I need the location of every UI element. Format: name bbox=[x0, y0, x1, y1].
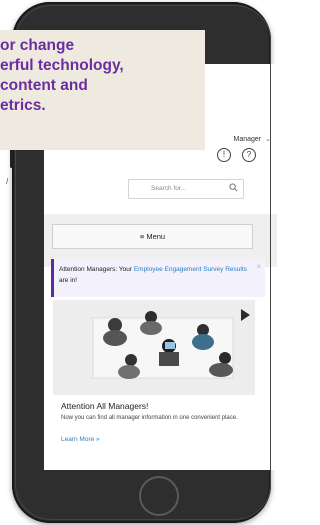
callout-line: content and bbox=[0, 77, 88, 94]
alert-icon[interactable]: ! bbox=[217, 148, 231, 162]
callout-line: etrics. bbox=[0, 97, 46, 114]
callout-overlay: or change erful technology, content and … bbox=[0, 30, 205, 150]
help-icon[interactable]: ? bbox=[242, 148, 256, 162]
user-menu-label: Manager bbox=[233, 135, 262, 143]
close-icon[interactable]: × bbox=[256, 261, 261, 272]
user-menu[interactable]: Manager ⌄ bbox=[233, 135, 271, 144]
callout-line: erful technology, bbox=[0, 57, 124, 74]
card-text: Now you can find all manager information… bbox=[61, 415, 238, 421]
home-button bbox=[139, 476, 179, 516]
search-icon[interactable] bbox=[229, 183, 238, 192]
hero-image bbox=[53, 300, 255, 395]
alert-prefix: Attention Managers: Your bbox=[59, 266, 134, 273]
card-title: Attention All Managers! bbox=[61, 401, 149, 411]
callout-line: or change bbox=[0, 37, 75, 54]
alert-suffix: are in! bbox=[59, 277, 78, 284]
meeting-photo-illustration bbox=[53, 300, 255, 395]
learn-more-link[interactable]: Learn More » bbox=[61, 436, 100, 443]
alert-banner: Attention Managers: Your Employee Engage… bbox=[51, 259, 265, 297]
menu-bar bbox=[44, 214, 277, 267]
chevron-down-icon: ⌄ bbox=[265, 136, 271, 143]
stray-mark: / bbox=[6, 177, 9, 186]
search-input[interactable]: Search for... bbox=[128, 179, 244, 199]
survey-results-link[interactable]: Employee Engagement Survey Results bbox=[134, 266, 247, 273]
menu-button[interactable]: ≡ Menu bbox=[52, 224, 253, 249]
